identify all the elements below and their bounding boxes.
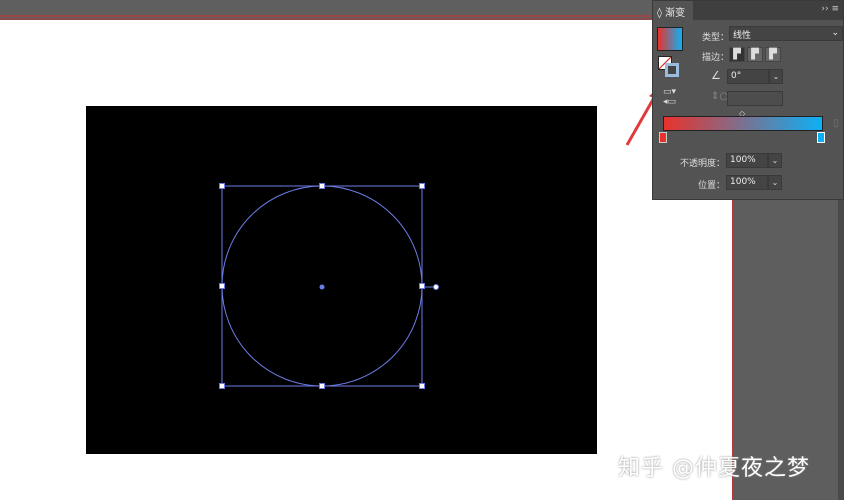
panel-header: ◊ 渐变 ›› ≡ <box>653 1 843 20</box>
collapse-icon[interactable]: ◊ <box>657 8 665 19</box>
stroke-across-button[interactable]: ▛ <box>765 47 781 62</box>
angle-dropdown[interactable]: ⌄ <box>769 69 783 84</box>
opacity-label: 不透明度： <box>679 159 725 169</box>
position-dropdown[interactable]: ⌄ <box>768 175 782 190</box>
aspect-ratio-input <box>727 91 783 106</box>
expand-icon[interactable]: ›› <box>821 4 831 14</box>
gradient-slider[interactable] <box>663 116 823 131</box>
stroke-within-button[interactable]: ▛ <box>729 47 745 62</box>
type-select[interactable]: 线性 ⌄ <box>729 26 843 41</box>
angle-input[interactable]: 0° <box>727 69 769 84</box>
position-label: 位置： <box>697 181 725 191</box>
gradient-stop-end[interactable] <box>817 132 825 143</box>
stroke-label: 描边： <box>701 53 729 63</box>
position-input[interactable]: 100% <box>726 175 768 190</box>
fill-stroke-icon[interactable] <box>658 56 680 78</box>
dock-scrollbar[interactable] <box>838 200 844 500</box>
aspect-ratio-icon: ⇕○ <box>711 91 729 102</box>
opacity-dropdown[interactable]: ⌄ <box>768 153 782 168</box>
opacity-input[interactable]: 100% <box>726 153 768 168</box>
gradient-panel: ◊ 渐变 ›› ≡ ▭▾ ◂▭ 类型： 线性 ⌄ 描边： ▛ ▛ ▛ ∠ 0° ⌄ … <box>652 0 844 200</box>
angle-icon: ∠ <box>711 69 721 82</box>
gradient-stop-start[interactable] <box>659 132 667 143</box>
menu-icon[interactable]: ≡ <box>831 4 839 14</box>
type-label: 类型： <box>701 33 729 43</box>
center-point <box>319 284 325 290</box>
gradient-swatch[interactable] <box>657 27 683 51</box>
stroke-along-button[interactable]: ▛ <box>747 47 763 62</box>
rotate-handle[interactable] <box>433 284 439 290</box>
watermark: 知乎 @仲夏夜之梦 <box>618 456 810 481</box>
tab-label: 渐变 <box>665 8 686 19</box>
panel-menu-button[interactable]: ›› ≡ <box>821 4 839 14</box>
type-value: 线性 <box>733 31 752 41</box>
chevron-down-icon: ⌄ <box>831 28 839 38</box>
reverse-gradient-icon[interactable]: ▭▾ ◂▭ <box>663 87 676 107</box>
tab-gradient[interactable]: ◊ 渐变 <box>653 1 693 20</box>
delete-stop-icon[interactable]: ▯ <box>833 118 839 129</box>
